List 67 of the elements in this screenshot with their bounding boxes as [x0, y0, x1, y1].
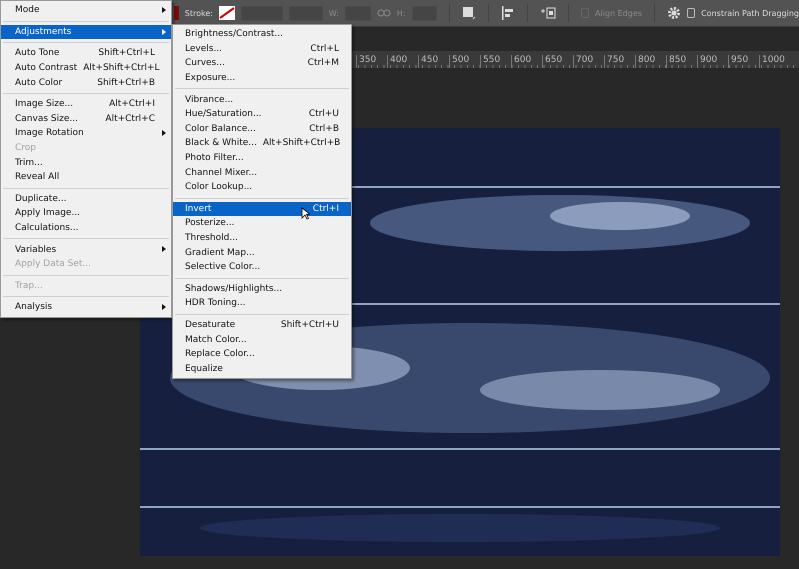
align-icon[interactable]: [501, 6, 516, 20]
submenu-arrow-icon: [162, 130, 166, 136]
menu-item[interactable]: Mode: [1, 3, 171, 18]
menu-item[interactable]: Image Rotation: [1, 126, 171, 141]
submenu-arrow-icon: [162, 304, 166, 310]
ruler-label: 350: [356, 55, 387, 68]
menu-item[interactable]: Analysis: [1, 300, 171, 315]
menu-item[interactable]: Image Size... Alt+Ctrl+I: [1, 96, 171, 112]
menu-item[interactable]: Canvas Size... Alt+Ctrl+C: [1, 112, 171, 126]
ruler-label: 600: [511, 55, 542, 68]
menu-item[interactable]: Photo Filter...: [173, 150, 351, 166]
menu-item[interactable]: Gradient Map...: [173, 245, 351, 260]
arrange-icon[interactable]: [540, 6, 556, 20]
submenu-arrow-icon: [162, 246, 166, 252]
ruler-label: 700: [573, 55, 604, 68]
menu-item[interactable]: Apply Image...: [1, 206, 171, 221]
ruler-label: 650: [542, 55, 573, 68]
menu-item[interactable]: Match Color...: [173, 332, 351, 347]
menu-item[interactable]: Invert Ctrl+I: [173, 202, 351, 216]
ruler-label: 400: [387, 55, 418, 68]
menu-item[interactable]: Color Balance... Ctrl+B: [173, 122, 351, 136]
submenu-arrow-icon: [162, 7, 166, 13]
menu-item[interactable]: Vibrance...: [173, 92, 351, 107]
ruler-label: 500: [449, 55, 480, 68]
menu-item[interactable]: Hue/Saturation... Ctrl+U: [173, 106, 351, 122]
menu-item[interactable]: Threshold...: [173, 230, 351, 246]
fill-swatch[interactable]: [174, 6, 179, 20]
ruler-label: 450: [418, 55, 449, 68]
square-icon[interactable]: [462, 6, 476, 20]
menu-item[interactable]: Black & White... Alt+Shift+Ctrl+B: [173, 136, 351, 151]
menu-item[interactable]: Equalize: [173, 361, 351, 376]
menu-item[interactable]: HDR Toning...: [173, 296, 351, 311]
ruler-label: 1000: [759, 55, 785, 68]
menu-item[interactable]: Desaturate Shift+Ctrl+U: [173, 318, 351, 332]
menu-item[interactable]: Calculations...: [1, 220, 171, 236]
menu-item[interactable]: Auto Contrast Alt+Shift+Ctrl+L: [1, 60, 171, 76]
menu-item[interactable]: Auto Color Shift+Ctrl+B: [1, 75, 171, 90]
menu-item[interactable]: Reveal All: [1, 170, 171, 185]
ruler-label: 950: [728, 55, 759, 68]
constrain-label: Constrain Path Dragging: [701, 8, 799, 18]
menu-item[interactable]: Exposure...: [173, 70, 351, 86]
menu-item[interactable]: Adjustments: [1, 24, 171, 40]
menu-item[interactable]: Auto Tone Shift+Ctrl+L: [1, 46, 171, 61]
ruler-label: 800: [635, 55, 666, 68]
menu-item[interactable]: Channel Mixer...: [173, 165, 351, 180]
menu-item[interactable]: Color Lookup...: [173, 180, 351, 195]
ruler-label: 750: [604, 55, 635, 68]
ruler-label: 550: [480, 55, 511, 68]
menu-item[interactable]: Selective Color...: [173, 260, 351, 274]
menu-item[interactable]: Posterize...: [173, 216, 351, 231]
stroke-label: Stroke:: [184, 8, 213, 18]
menu-item[interactable]: Variables: [1, 242, 171, 257]
ruler-label: 900: [697, 55, 728, 68]
submenu-arrow-icon: [162, 28, 166, 35]
menu-item[interactable]: Brightness/Contrast...: [173, 27, 351, 42]
cursor-icon: [301, 206, 310, 220]
menu-item[interactable]: Replace Color...: [173, 346, 351, 362]
menu-item[interactable]: Duplicate...: [1, 192, 171, 206]
constrain-checkbox[interactable]: [686, 8, 696, 18]
menu-item[interactable]: Levels... Ctrl+L: [173, 42, 351, 56]
menu-item[interactable]: Curves... Ctrl+M: [173, 56, 351, 71]
menu-item[interactable]: Shadows/Highlights...: [173, 282, 351, 296]
settings-icon[interactable]: [666, 6, 681, 20]
link-icon[interactable]: [376, 9, 391, 17]
menu-item[interactable]: Trim...: [1, 155, 171, 170]
stroke-swatch[interactable]: [218, 6, 235, 20]
ruler-label: 850: [666, 55, 697, 68]
